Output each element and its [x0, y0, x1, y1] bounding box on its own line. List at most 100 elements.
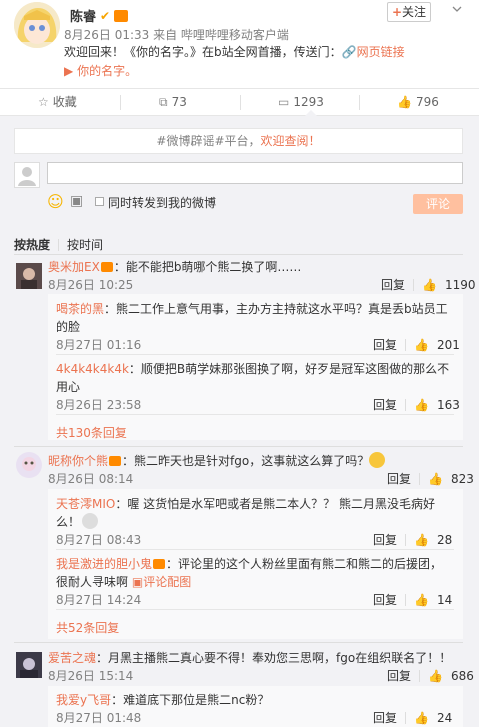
thumb-up-icon[interactable]: 👍 — [422, 278, 437, 292]
notice-link[interactable]: 欢迎查阅！ — [261, 134, 321, 148]
reply-body: 我是激进的胆小鬼 ：评论里的这个人粉丝里面有熊二和熊二的后援团，很耐人寻味啊 ▣评… — [56, 555, 454, 591]
post-text: 欢迎回来！《你的名字。》在b站全网首播，传送门：🔗网页链接 — [64, 43, 405, 61]
thumb-up-icon[interactable]: 👍 — [414, 338, 429, 352]
thumb-up-icon: 👍 — [397, 95, 412, 109]
commenter-avatar[interactable] — [16, 263, 42, 289]
commenter-name[interactable]: 爱苦之魂 — [48, 651, 96, 665]
comment-input[interactable] — [47, 162, 463, 184]
reply-body: 我爱y飞哥：难道底下那位是熊二nc粉？ — [56, 691, 454, 709]
more-replies-link[interactable]: 共130条回复 — [56, 424, 127, 441]
tab-hot[interactable]: 按热度 — [14, 236, 50, 253]
thumb-up-icon[interactable]: 👍 — [414, 711, 429, 725]
like-count: 28 — [436, 532, 453, 547]
like-button[interactable]: 👍 796 — [397, 89, 439, 116]
sort-tabs: 按热度 按时间 — [14, 236, 103, 253]
replier-name[interactable]: 喝茶的黑 — [56, 302, 104, 316]
reply-body: 喝茶的黑：熊二工作上意气用事，主办方主持就这水平吗？真是丢b站员工的脸 — [56, 300, 454, 336]
reply-button[interactable]: 回复 — [387, 470, 411, 487]
submit-comment-button[interactable]: 评论 — [413, 194, 463, 214]
thumb-up-icon[interactable]: 👍 — [414, 533, 429, 547]
link-icon: 🔗 — [341, 45, 357, 59]
notice-text: #微博辟谣#平台， — [156, 134, 261, 148]
action-bar: ☆ 收藏 ⧉ 73 ▭ 1293 👍 796 — [0, 88, 479, 116]
vip-icon — [153, 559, 166, 569]
reply-button[interactable]: 回复 — [373, 709, 397, 726]
more-replies-link[interactable]: 共52条回复 — [56, 619, 119, 636]
comment-time: 8月26日 15:14 — [48, 669, 134, 683]
commenter-name[interactable]: 奥米加EX — [48, 260, 100, 274]
replier-name[interactable]: 4k4k4k4k4k — [56, 362, 129, 376]
comment-time: 8月26日 08:14 — [48, 472, 134, 486]
emoji-icon[interactable]: ☺ — [47, 192, 64, 211]
vip-icon — [100, 262, 113, 272]
commenter-name[interactable]: 昵称你个熊 — [48, 454, 108, 468]
author-avatar[interactable] — [14, 2, 60, 48]
commenter-avatar[interactable] — [16, 652, 42, 678]
collect-button[interactable]: ☆ 收藏 — [38, 89, 77, 116]
reply-button[interactable]: 回复 — [381, 276, 405, 293]
reply-button[interactable]: 回复 — [387, 667, 411, 684]
reply-actions: 回复 👍 201 — [373, 336, 460, 353]
emoji-icon — [369, 452, 386, 468]
repost-icon: ⧉ — [159, 95, 168, 109]
commenter-avatar[interactable] — [16, 452, 42, 478]
reply-button[interactable]: 回复 — [373, 531, 397, 548]
reply-actions: 回复 👍 163 — [373, 396, 460, 413]
panel-pointer — [304, 110, 318, 117]
reply-time: 8月27日 01:16 — [56, 338, 142, 352]
reply-body: 4k4k4k4k4k：顺便把B萌学妹那张图换了啊，好歹是冠军这图做的那么不用心 — [56, 360, 454, 396]
thumb-up-icon[interactable]: 👍 — [414, 593, 429, 607]
reply-time: 8月26日 23:58 — [56, 398, 142, 412]
comment-image-link[interactable]: 评论配图 — [143, 575, 191, 589]
comment-body: 奥米加EX ：能不能把b萌哪个熊二换了啊…… — [48, 258, 463, 276]
like-count: 14 — [436, 592, 453, 607]
film-link-icon: ▶ — [64, 64, 74, 78]
repost-checkbox[interactable] — [95, 197, 104, 206]
follow-label: 关注 — [402, 5, 427, 19]
comment-text: ：能不能把b萌哪个熊二换了啊…… — [113, 260, 302, 274]
comment-time: 8月26日 10:25 — [48, 278, 134, 292]
reply-actions: 回复 👍 28 — [373, 531, 452, 548]
reply-time: 8月27日 14:24 — [56, 593, 142, 607]
thumb-up-icon[interactable]: 👍 — [414, 398, 429, 412]
film-link[interactable]: 你的名字。 — [77, 64, 137, 78]
comment-actions: 回复 👍 1190 — [381, 276, 476, 293]
divider — [14, 446, 463, 447]
tab-time[interactable]: 按时间 — [67, 236, 103, 253]
comment-text: ：月黑主播熊二真心要不得！奉劝您三思啊，fgo在组织联名了！！ — [96, 651, 452, 665]
thumb-up-icon[interactable]: 👍 — [428, 472, 443, 486]
like-count: 201 — [436, 337, 460, 352]
post-meta: 8月26日 01:33 来自 哔哩哔哩移动客户端 — [64, 28, 289, 42]
replier-name[interactable]: 我爱y飞哥 — [56, 693, 111, 707]
reply-actions: 回复 👍 14 — [373, 591, 452, 608]
reply-button[interactable]: 回复 — [373, 591, 397, 608]
post-link-2: ▶ 你的名字。 — [64, 62, 137, 80]
image-icon[interactable]: ▣ — [70, 193, 83, 209]
chevron-down-icon[interactable] — [452, 4, 462, 14]
comment-body: 爱苦之魂：月黑主播熊二真心要不得！奉劝您三思啊，fgo在组织联名了！！ — [48, 649, 463, 667]
reply-button[interactable]: 回复 — [373, 336, 397, 353]
like-count: 796 — [415, 95, 439, 109]
replier-name[interactable]: 我是激进的胆小鬼 — [56, 557, 152, 571]
comment-actions: 回复 👍 823 — [387, 470, 474, 487]
plus-icon: + — [391, 5, 403, 19]
replier-name[interactable]: 天苍澪MIO — [56, 497, 115, 511]
divider — [14, 642, 463, 643]
reply-button[interactable]: 回复 — [373, 396, 397, 413]
reply-body: 天苍澪MIO：喔 这货怕是水军吧或者是熊二本人？？ 熊二月黑没毛病好么！ — [56, 495, 454, 531]
web-link[interactable]: 网页链接 — [357, 45, 405, 59]
follow-button[interactable]: +关注 — [387, 2, 431, 22]
author-name[interactable]: 陈睿 — [70, 6, 96, 25]
like-count: 163 — [436, 397, 460, 412]
thumb-up-icon[interactable]: 👍 — [428, 669, 443, 683]
my-avatar — [14, 162, 40, 188]
repost-count: 73 — [171, 95, 187, 109]
collect-label: 收藏 — [52, 95, 77, 109]
like-count: 823 — [450, 471, 474, 486]
reply-text: ：熊二工作上意气用事，主办方主持就这水平吗？真是丢b站员工的脸 — [56, 302, 448, 334]
repost-button[interactable]: ⧉ 73 — [159, 89, 187, 116]
verified-icon: ✔ — [100, 8, 111, 23]
star-icon: ☆ — [38, 95, 49, 109]
vip-icon — [109, 456, 122, 466]
image-icon: ▣ — [131, 575, 144, 589]
